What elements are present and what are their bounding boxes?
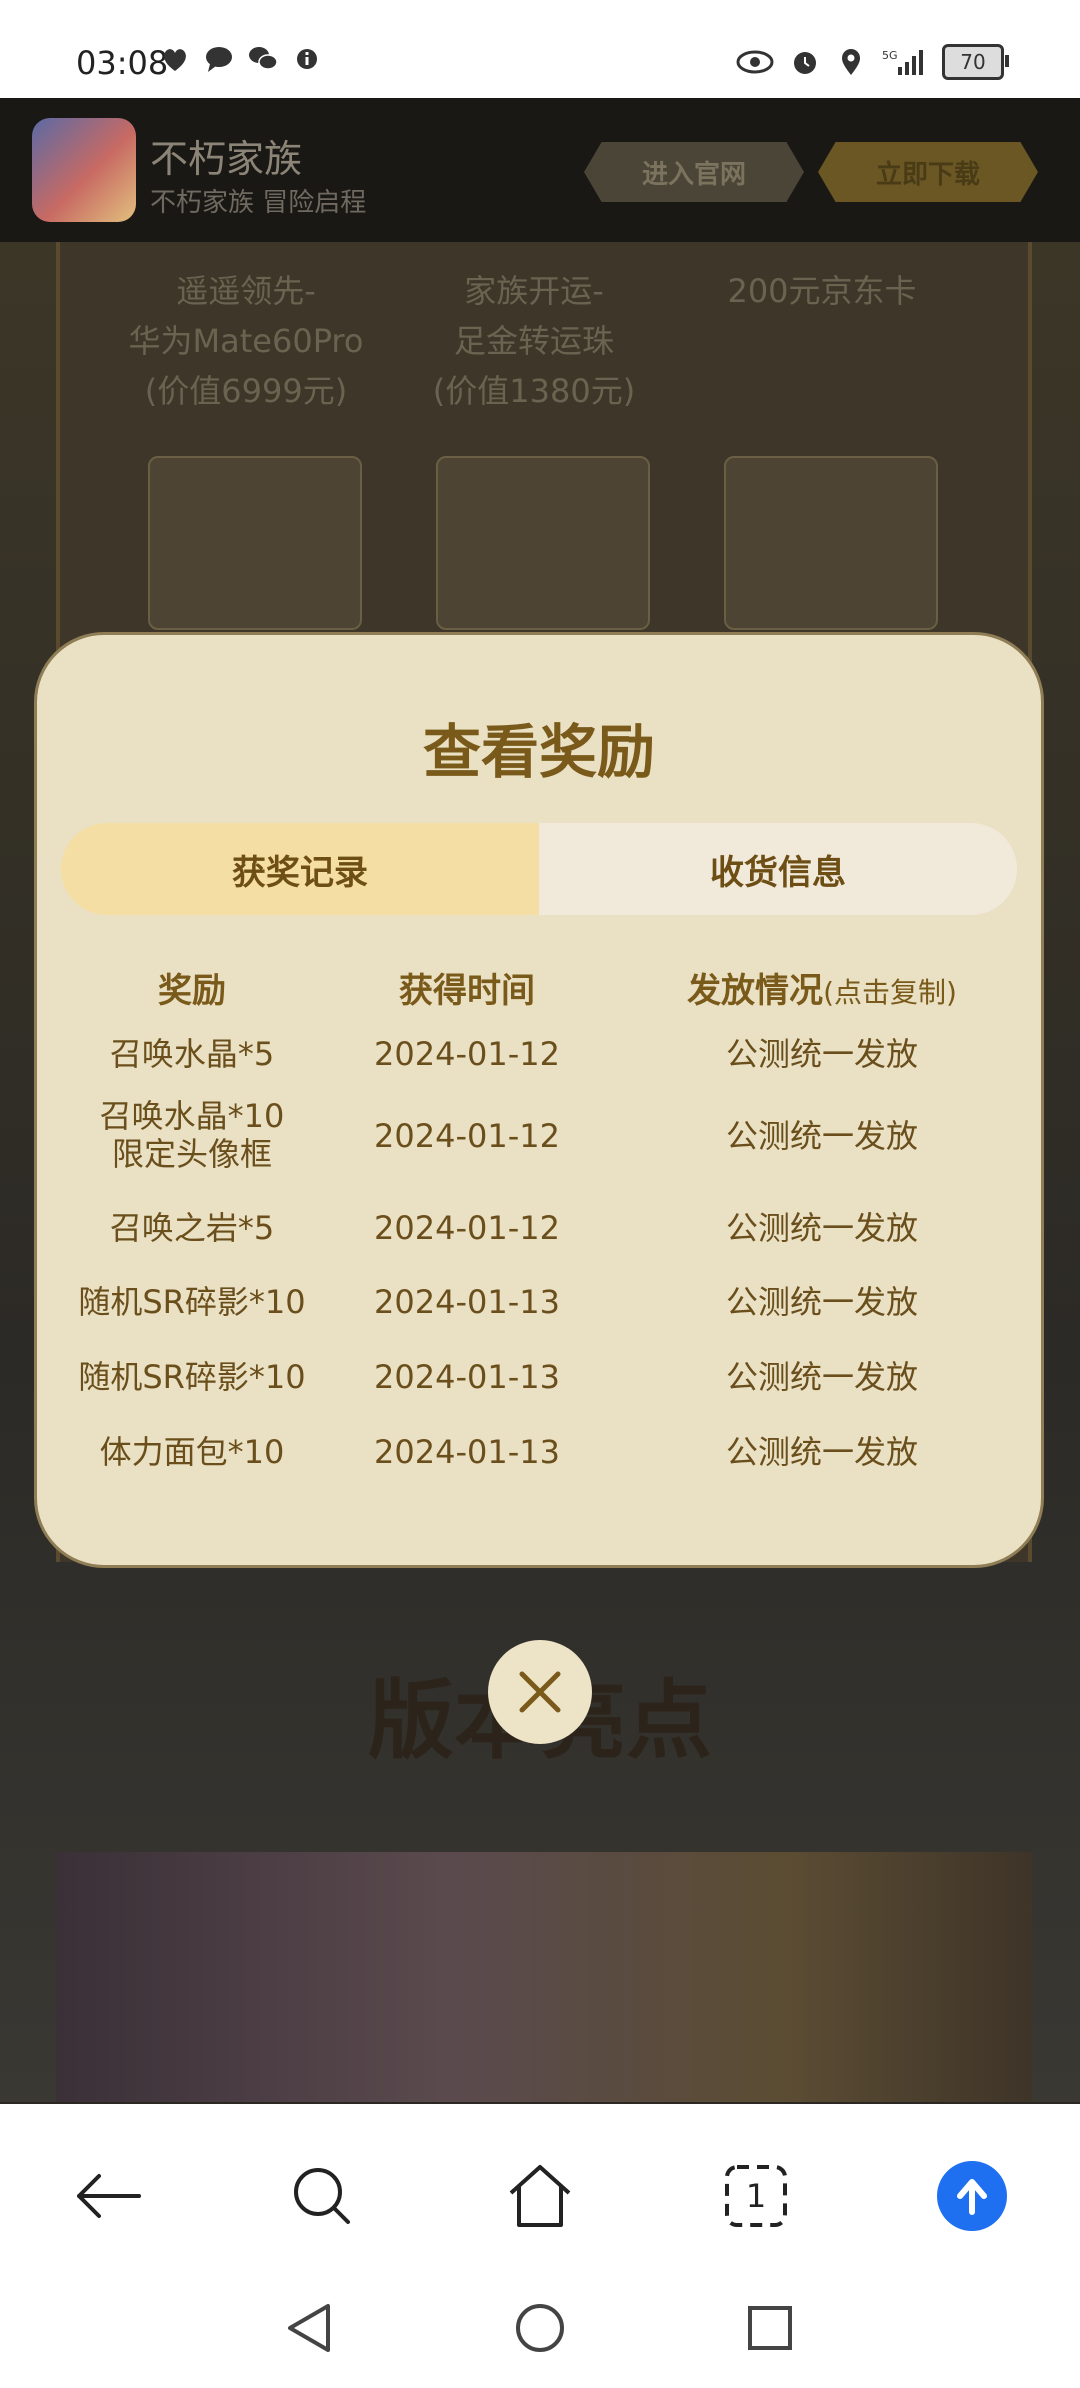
prize-card [724, 456, 938, 630]
status-cell[interactable]: 公测统一发放 [597, 1358, 1047, 1396]
system-navigation-bar [0, 2274, 1080, 2388]
system-status-icons: 5G 70 [736, 44, 1009, 80]
app-download-banner: 不朽家族 不朽家族 冒险启程 进入官网 立即下载 [0, 98, 1080, 242]
download-button[interactable]: 立即下载 [818, 142, 1038, 202]
status-cell[interactable]: 公测统一发放 [597, 1209, 1047, 1247]
battery-icon: 70 [942, 44, 1009, 80]
home-button[interactable] [500, 2156, 580, 2236]
table-header: 奖励 获得时间 发放情况(点击复制) [37, 935, 1041, 1025]
column-header-time: 获得时间 [399, 971, 535, 1011]
copy-hint: (点击复制) [823, 976, 957, 1009]
search-icon [294, 2168, 350, 2224]
prize-label: 家族开运- 足金转运珠 (价值1380元) [432, 272, 636, 410]
reward-cell: 召唤之岩*5 [109, 1209, 275, 1247]
time-cell: 2024-01-13 [374, 1433, 560, 1471]
arrow-left-icon [77, 2174, 141, 2218]
upload-icon-wrap [937, 2161, 1007, 2231]
column-header-status: 发放情况(点击复制) [687, 971, 957, 1011]
close-icon [519, 1671, 561, 1713]
table-row: 体力面包*10 2024-01-13 公测统一发放 [37, 1419, 1041, 1489]
status-cell[interactable]: 公测统一发放 [597, 1283, 1047, 1321]
search-button[interactable] [282, 2156, 362, 2236]
time-cell: 2024-01-13 [374, 1358, 560, 1396]
status-cell[interactable]: 公测统一发放 [597, 1117, 1047, 1155]
table-row: 随机SR碎影*10 2024-01-13 公测统一发放 [37, 1344, 1041, 1414]
status-cell[interactable]: 公测统一发放 [597, 1433, 1047, 1471]
message-icon [206, 47, 232, 72]
modal-tabs: 获奖记录 收货信息 [61, 823, 1017, 915]
close-modal-button[interactable] [488, 1640, 592, 1744]
heart-shield-icon [164, 49, 186, 71]
arrow-up-icon [957, 2179, 987, 2215]
modal-title: 查看奖励 [422, 718, 655, 786]
time-cell: 2024-01-12 [374, 1035, 560, 1073]
prize-card [436, 456, 650, 630]
column-header-reward: 奖励 [158, 971, 226, 1011]
browser-toolbar: 1 [0, 2104, 1080, 2274]
reward-cell: 召唤水晶*10 限定头像框 [99, 1097, 285, 1173]
system-recents-button[interactable] [730, 2288, 810, 2368]
tab-count: 1 [745, 2177, 767, 2215]
table-row: 随机SR碎影*10 2024-01-13 公测统一发放 [37, 1269, 1041, 1339]
reward-cell: 随机SR碎影*10 [78, 1283, 306, 1321]
tab-shipping-info[interactable]: 收货信息 [539, 823, 1017, 915]
signal-5g-icon: 5G [882, 49, 923, 75]
prize-label: 200元京东卡 [727, 272, 917, 310]
table-row: 召唤之岩*5 2024-01-12 公测统一发放 [37, 1195, 1041, 1265]
time-cell: 2024-01-12 [374, 1117, 560, 1155]
alarm-icon [794, 52, 816, 74]
time-cell: 2024-01-13 [374, 1283, 560, 1321]
table-row: 召唤水晶*5 2024-01-12 公测统一发放 [37, 1019, 1041, 1089]
system-back-button[interactable] [270, 2288, 350, 2368]
prize-label: 遥遥领先- 华为Mate60Pro (价值6999元) [128, 272, 364, 410]
info-icon [297, 49, 317, 69]
back-button[interactable] [68, 2156, 148, 2236]
home-icon [509, 2165, 571, 2227]
tab-award-records[interactable]: 获奖记录 [61, 823, 539, 915]
square-recents-icon [748, 2306, 792, 2350]
notification-icons [160, 44, 322, 74]
reward-cell: 召唤水晶*5 [109, 1035, 275, 1073]
rewards-modal: 查看奖励 获奖记录 收货信息 奖励 获得时间 发放情况(点击复制) 召唤水晶*5… [34, 632, 1044, 1568]
status-time: 03:08 [76, 44, 169, 82]
triangle-back-icon [288, 2304, 330, 2352]
location-icon [842, 49, 860, 75]
official-site-button[interactable]: 进入官网 [584, 142, 804, 202]
app-logo [32, 118, 136, 222]
status-cell[interactable]: 公测统一发放 [597, 1035, 1047, 1073]
eye-icon [736, 50, 774, 74]
reward-cell: 随机SR碎影*10 [78, 1358, 306, 1396]
system-home-button[interactable] [500, 2288, 580, 2368]
table-row: 召唤水晶*10 限定头像框 2024-01-12 公测统一发放 [37, 1091, 1041, 1191]
svg-text:5G: 5G [882, 49, 898, 62]
app-name: 不朽家族 [150, 137, 303, 181]
status-bar: 03:08 5G 70 [0, 0, 1080, 98]
circle-home-icon [516, 2304, 564, 2352]
wechat-icon [249, 47, 278, 70]
version-highlights-image [56, 1852, 1032, 2102]
app-subtitle: 不朽家族 冒险启程 [150, 188, 367, 218]
tabs-button[interactable]: 1 [716, 2156, 796, 2236]
upload-button[interactable] [932, 2156, 1012, 2236]
prize-card [148, 456, 362, 630]
reward-cell: 体力面包*10 [99, 1433, 285, 1471]
time-cell: 2024-01-12 [374, 1209, 560, 1247]
